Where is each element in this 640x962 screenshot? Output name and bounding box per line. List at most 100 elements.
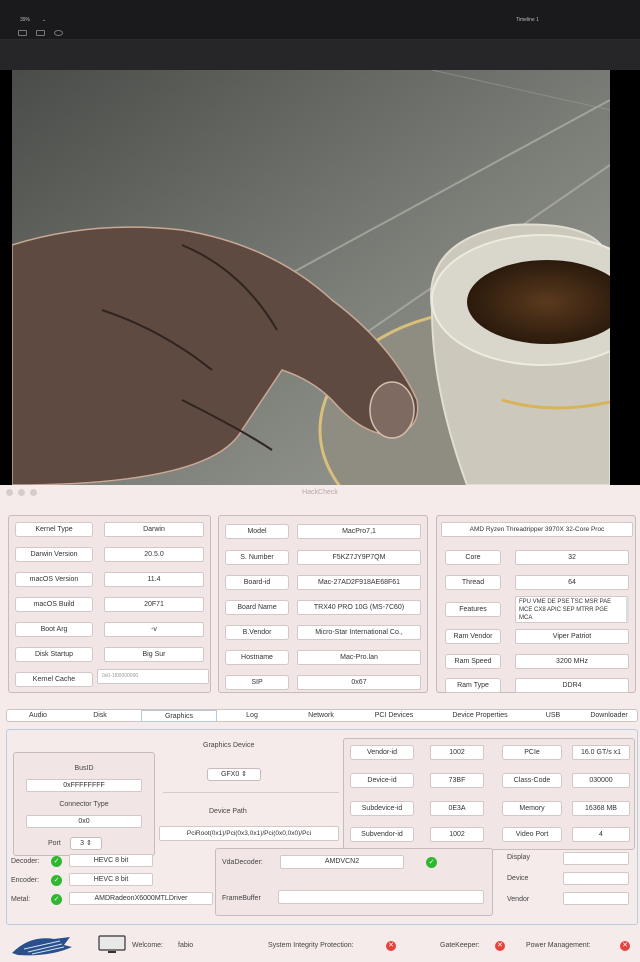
kernel-type-value: Darwin — [104, 522, 204, 537]
tab-disk[interactable]: Disk — [69, 710, 131, 722]
board-name-value: TRX40 PRO 10G (MS-7C60) — [297, 600, 421, 615]
gatekeeper-error-icon: ✕ — [495, 941, 505, 951]
metal-label: Metal: — [11, 896, 31, 903]
board-id-label: Board-id — [225, 575, 289, 590]
vda-decoder-label: VdaDecoder: — [222, 859, 263, 866]
boot-arg-value: -v — [104, 622, 204, 637]
board-vendor-label: B.Vendor — [225, 625, 289, 640]
vendor-id-value: 1002 — [430, 745, 484, 760]
class-code-label: Class-Code — [502, 773, 562, 788]
graphics-tab-content: BusID 0xFFFFFFFF Connector Type 0x0 Port… — [6, 729, 638, 925]
viewer-letterbox — [0, 40, 640, 70]
power-management-error-icon: ✕ — [620, 941, 630, 951]
tab-usb[interactable]: USB — [527, 710, 579, 722]
power-management-status-label: Power Management: — [526, 942, 591, 949]
hostname-value: Mac-Pro.lan — [297, 650, 421, 665]
framebuffer-label: FrameBuffer — [222, 895, 261, 902]
port-label: Port — [48, 840, 61, 847]
sip-error-icon: ✕ — [386, 941, 396, 951]
vda-decoder-value: AMDVCN2 — [280, 855, 404, 869]
video-port-value: 4 — [572, 827, 630, 842]
decoder-ok-icon: ✓ — [51, 856, 62, 867]
cpu-panel: AMD Ryzen Threadripper 3970X 32-Core Pro… — [436, 515, 636, 693]
encoder-label: Encoder: — [11, 877, 40, 884]
ram-speed-label: Ram Speed — [445, 654, 501, 669]
model-value: MacPro7,1 — [297, 524, 421, 539]
welcome-label: Welcome: — [132, 942, 163, 949]
view-mode-icon[interactable] — [18, 30, 27, 36]
thread-label: Thread — [445, 575, 501, 590]
metal-ok-icon: ✓ — [51, 894, 62, 905]
memory-value: 16368 MB — [572, 801, 630, 816]
pci-ids-panel: Vendor-id 1002 Device-id 73BF Subdevice-… — [343, 738, 635, 850]
hackcheck-logo — [12, 937, 72, 956]
timeline-name[interactable]: Timeline 1 — [516, 17, 539, 23]
subvendor-id-value: 1002 — [430, 827, 484, 842]
vendor-value — [563, 892, 629, 905]
port-select[interactable]: 3 ⇕ — [70, 837, 102, 850]
cpu-name: AMD Ryzen Threadripper 3970X 32-Core Pro… — [441, 522, 633, 537]
features-value[interactable]: FPU VME DE PSE TSC MSR PAE MCE CX8 APIC … — [515, 596, 629, 623]
zoom-level[interactable]: 39% — [20, 17, 30, 23]
tab-audio[interactable]: Audio — [7, 710, 69, 722]
bus-panel: BusID 0xFFFFFFFF Connector Type 0x0 Port… — [13, 752, 155, 856]
macos-version-label: macOS Version — [15, 572, 93, 587]
class-code-value: 030000 — [572, 773, 630, 788]
board-vendor-value: Micro-Star International Co., — [297, 625, 421, 640]
divider — [163, 792, 339, 793]
subdevice-id-value: 0E3A — [430, 801, 484, 816]
system-panel: Kernel Type Darwin Darwin Version 20.5.0… — [8, 515, 211, 693]
graphics-device-select[interactable]: GFX0 ⇕ — [207, 768, 261, 781]
board-name-label: Board Name — [225, 600, 289, 615]
device-id-label: Device-id — [350, 773, 414, 788]
serial-number-value: F5KZ7JY9P7QM — [297, 550, 421, 565]
tab-device-properties[interactable]: Device Properties — [433, 710, 527, 722]
sip-value: 0x67 — [297, 675, 421, 690]
busid-value: 0xFFFFFFFF — [26, 779, 142, 792]
tab-network[interactable]: Network — [287, 710, 355, 722]
decoder-value: HEVC 8 bit — [69, 854, 153, 867]
busid-label: BusID — [74, 765, 94, 772]
monitor-icon — [98, 935, 126, 953]
tab-downloader[interactable]: Downloader — [579, 710, 639, 722]
vda-ok-icon: ✓ — [426, 857, 437, 868]
ram-type-value: DDR4 — [515, 678, 629, 693]
transform-icon[interactable] — [54, 30, 63, 36]
macos-version-value: 11.4 — [104, 572, 204, 587]
pcie-value: 16.0 GT/s x1 — [572, 745, 630, 760]
kernel-cache-value[interactable]: 0x0-1f00000000 — [97, 669, 209, 684]
zoom-dropdown-arrow[interactable]: ⌄ — [42, 17, 46, 23]
video-toolbar: 39% ⌄ Timeline 1 — [0, 0, 640, 40]
device-value — [563, 872, 629, 885]
ram-type-label: Ram Type — [445, 678, 501, 693]
vda-panel: VdaDecoder: AMDVCN2 ✓ FrameBuffer — [215, 848, 493, 916]
device-path-value: PciRoot(0x1)/Pci(0x3,0x1)/Pci(0x0,0x0)/P… — [159, 826, 339, 841]
core-label: Core — [445, 550, 501, 565]
ram-vendor-value: Viper Patriot — [515, 629, 629, 644]
darwin-version-label: Darwin Version — [15, 547, 93, 562]
tab-graphics[interactable]: Graphics — [141, 710, 217, 722]
vendor-label: Vendor — [507, 896, 530, 903]
coffee-cup-frame — [12, 70, 610, 485]
subvendor-id-label: Subvendor-id — [350, 827, 414, 842]
metal-value: AMDRadeonX6000MTLDriver — [69, 892, 213, 905]
ram-speed-value: 3200 MHz — [515, 654, 629, 669]
tab-pci-devices[interactable]: PCI Devices — [355, 710, 433, 722]
decoder-label: Decoder: — [11, 858, 40, 865]
tab-log[interactable]: Log — [217, 710, 287, 722]
graphics-device-title: Graphics Device — [203, 742, 255, 749]
model-label: Model — [225, 524, 289, 539]
serial-number-label: S. Number — [225, 550, 289, 565]
tab-bar: Audio Disk Graphics Log Network PCI Devi… — [6, 709, 638, 722]
layout-icon[interactable] — [36, 30, 45, 36]
darwin-version-value: 20.5.0 — [104, 547, 204, 562]
sip-label: SIP — [225, 675, 289, 690]
memory-label: Memory — [502, 801, 562, 816]
model-panel: Model MacPro7,1 S. Number F5KZ7JY9P7QM B… — [218, 515, 428, 693]
kernel-cache-label: Kernel Cache — [15, 672, 93, 687]
disk-startup-value: Big Sur — [104, 647, 204, 662]
board-id-value: Mac-27AD2F918AE68F61 — [297, 575, 421, 590]
thread-value: 64 — [515, 575, 629, 590]
video-preview: 39% ⌄ Timeline 1 — [0, 0, 640, 485]
hackcheck-window: HackCheck Kernel Type Darwin Darwin Vers… — [0, 485, 640, 962]
